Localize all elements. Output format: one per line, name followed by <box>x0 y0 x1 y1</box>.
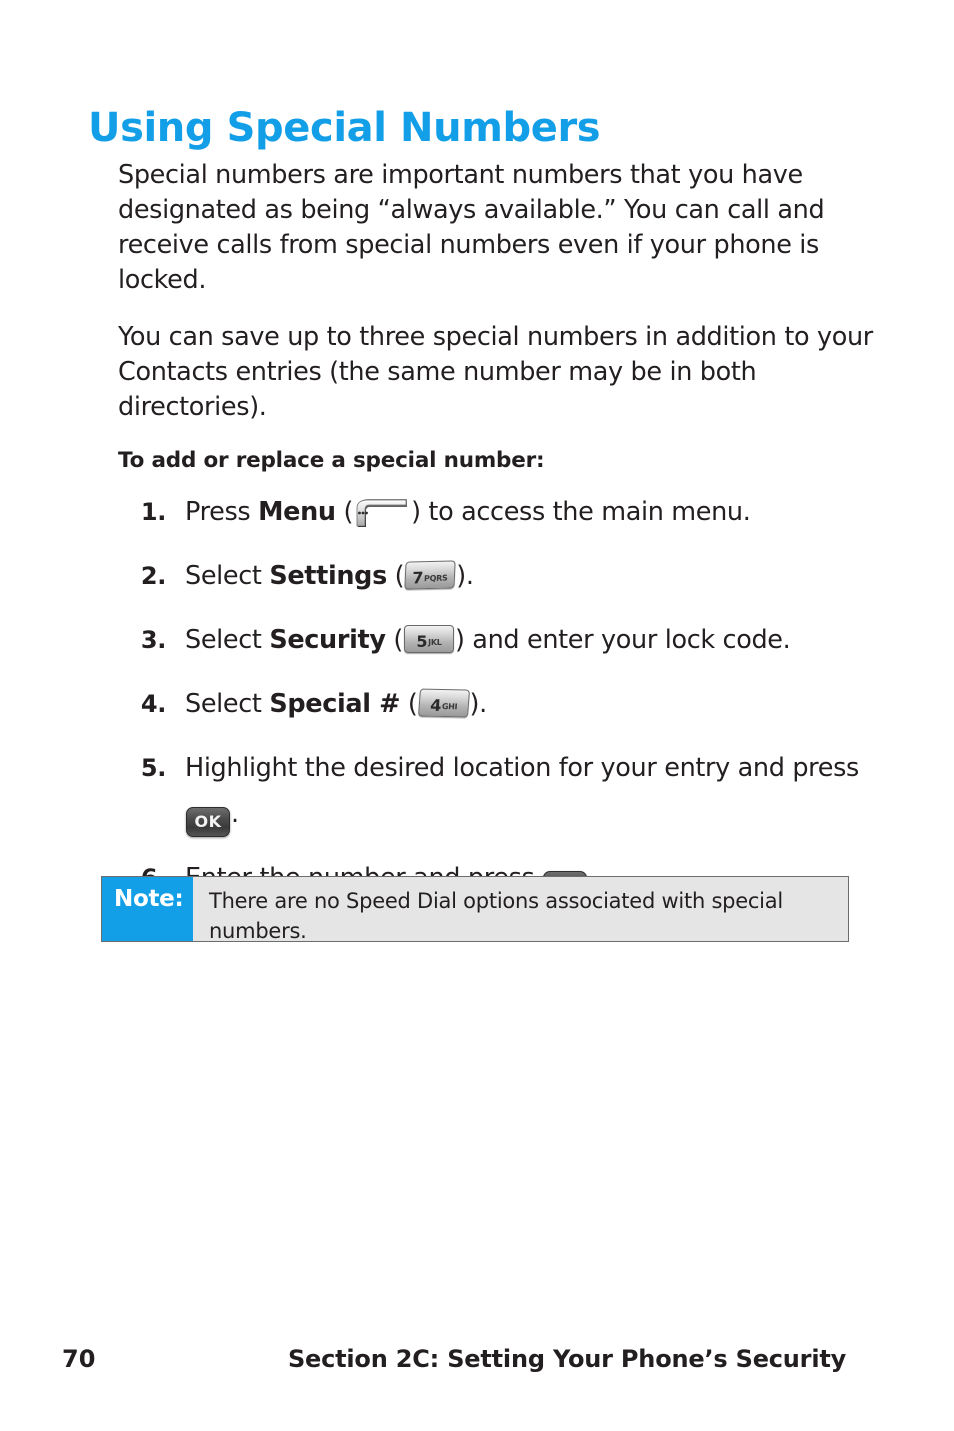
step-text-mid: ( <box>400 689 418 719</box>
step-text-pre: Select <box>185 625 270 655</box>
note-callout: Note: There are no Speed Dial options as… <box>101 876 849 943</box>
intro-paragraph-2: You can save up to three special numbers… <box>118 322 873 422</box>
step-text-pre: Press <box>185 497 259 527</box>
page-title: Using Special Numbers <box>88 104 601 151</box>
step-text-pre: Highlight the desired location for your … <box>185 753 859 783</box>
note-label: Note: <box>102 877 193 941</box>
key-digit: 7 <box>412 568 424 588</box>
step-item-4: 4. Select Special # (4GHI). <box>118 681 878 727</box>
step-item-2: 2. Select Settings (7PQRS). <box>118 553 878 599</box>
step-number: 4. <box>140 690 166 718</box>
step-text-mid: ( <box>335 497 354 527</box>
step-item-3: 3. Select Security (5JKL) and enter your … <box>118 617 878 663</box>
footer-section-label: Section 2C: Setting Your Phone’s Securit… <box>287 1345 847 1373</box>
step-number: 1. <box>140 498 166 526</box>
step-text-post: ). <box>469 689 488 719</box>
step-text-mid: ( <box>386 561 405 591</box>
step-text-post: . <box>231 799 239 829</box>
note-text: There are no Speed Dial options associat… <box>209 889 783 943</box>
step-text-pre: Select <box>185 689 270 719</box>
page-content: Special numbers are important numbers th… <box>118 158 878 919</box>
ok-key-icon: OK <box>186 807 230 837</box>
step-bold-term: Special # <box>269 689 401 719</box>
page-footer: 70 Section 2C: Setting Your Phone’s Secu… <box>0 1345 954 1385</box>
step-number: 3. <box>140 626 166 654</box>
step-text-post: ) and enter your lock code. <box>454 625 791 655</box>
step-number: 5. <box>140 754 166 782</box>
step-item-5: 5. Highlight the desired location for you… <box>118 745 878 837</box>
key-letters: PQRS <box>424 573 448 584</box>
step-item-1: 1. Press Menu () to access the main men… <box>118 489 878 535</box>
step-text-post: ) to access the main menu. <box>411 497 751 527</box>
procedure-steps: 1. Press Menu () to access the main men… <box>118 489 878 901</box>
manual-page: Using Special Numbers Special numbers ar… <box>0 0 954 1431</box>
key-7-pqrs-icon: 7PQRS <box>404 560 456 590</box>
step-text-mid: ( <box>385 625 403 655</box>
intro-paragraph-1: Special numbers are important numbers th… <box>118 160 825 295</box>
menu-key-icon <box>354 496 410 530</box>
key-letters: GHI <box>441 701 458 712</box>
step-bold-term: Menu <box>258 497 336 527</box>
step-number: 2. <box>140 562 166 590</box>
step-text-post: ). <box>456 561 474 591</box>
key-digit: 4 <box>429 695 442 715</box>
key-digit: 5 <box>416 632 428 651</box>
step-bold-term: Security <box>269 625 386 655</box>
key-5-jkl-icon: 5JKL <box>403 625 454 653</box>
procedure-heading: To add or replace a special number: <box>118 448 545 473</box>
step-bold-term: Settings <box>269 561 387 591</box>
key-4-ghi-icon: 4GHI <box>417 688 470 718</box>
key-letters: JKL <box>428 638 442 647</box>
step-text-pre: Select <box>185 561 270 591</box>
